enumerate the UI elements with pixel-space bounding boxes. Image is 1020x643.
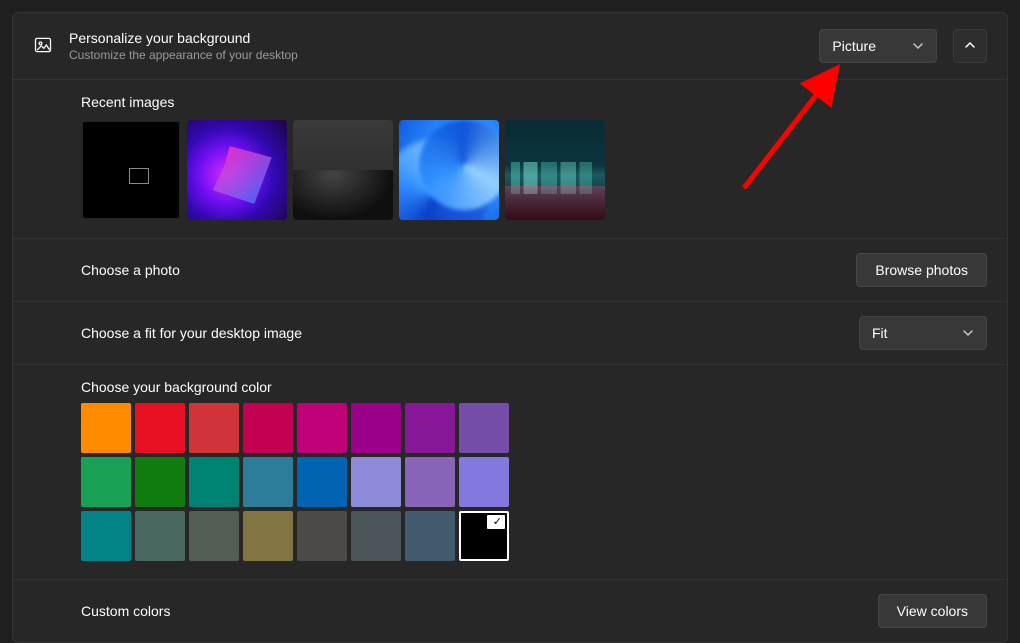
color-swatch[interactable] [189, 403, 239, 453]
color-swatch[interactable] [297, 457, 347, 507]
background-type-dropdown[interactable]: Picture [819, 29, 937, 63]
header-titles: Personalize your background Customize th… [69, 30, 803, 62]
color-swatch[interactable] [189, 511, 239, 561]
header-title: Personalize your background [69, 30, 803, 46]
color-swatch[interactable] [351, 511, 401, 561]
background-settings-panel: Personalize your background Customize th… [12, 12, 1008, 643]
choose-photo-row: Choose a photo Browse photos [13, 238, 1007, 301]
custom-colors-row: Custom colors View colors [13, 579, 1007, 642]
chevron-up-icon [964, 38, 976, 54]
picture-icon [33, 35, 53, 58]
choose-fit-row: Choose a fit for your desktop image Fit [13, 301, 1007, 364]
chevron-down-icon [962, 327, 974, 339]
custom-colors-label: Custom colors [81, 603, 170, 619]
color-swatch[interactable] [243, 403, 293, 453]
recent-image-thumb[interactable] [187, 120, 287, 220]
dropdown-value: Picture [832, 38, 876, 54]
collapse-button[interactable] [953, 29, 987, 63]
recent-image-thumb[interactable] [399, 120, 499, 220]
color-swatch-grid: ✓ [81, 403, 561, 561]
color-swatch[interactable] [135, 403, 185, 453]
color-swatch[interactable] [297, 403, 347, 453]
color-swatch[interactable] [459, 457, 509, 507]
color-swatch[interactable]: ✓ [459, 511, 509, 561]
color-swatch[interactable] [135, 511, 185, 561]
view-colors-button[interactable]: View colors [878, 594, 987, 628]
color-swatch[interactable] [81, 457, 131, 507]
recent-image-thumb[interactable] [81, 120, 181, 220]
recent-image-thumb[interactable] [293, 120, 393, 220]
color-swatch[interactable] [135, 457, 185, 507]
browse-photos-button[interactable]: Browse photos [856, 253, 987, 287]
choose-photo-label: Choose a photo [81, 262, 180, 278]
header-subtitle: Customize the appearance of your desktop [69, 48, 803, 62]
checkmark-icon: ✓ [493, 515, 502, 529]
choose-fit-label: Choose a fit for your desktop image [81, 325, 302, 341]
color-swatch[interactable] [243, 457, 293, 507]
color-swatch[interactable] [189, 457, 239, 507]
header-row: Personalize your background Customize th… [13, 13, 1007, 80]
chevron-down-icon [912, 40, 924, 52]
color-swatch[interactable] [351, 403, 401, 453]
color-swatch[interactable] [405, 457, 455, 507]
color-swatch[interactable] [459, 403, 509, 453]
color-swatch[interactable] [405, 403, 455, 453]
color-swatch[interactable] [297, 511, 347, 561]
background-color-section: Choose your background color ✓ [13, 364, 1007, 579]
background-color-label: Choose your background color [81, 379, 987, 395]
color-swatch[interactable] [243, 511, 293, 561]
color-swatch[interactable] [81, 511, 131, 561]
fit-value: Fit [872, 325, 888, 341]
recent-images-grid [81, 120, 987, 220]
color-swatch[interactable] [351, 457, 401, 507]
color-swatch[interactable] [405, 511, 455, 561]
recent-images-section: Recent images [13, 80, 1007, 238]
recent-images-label: Recent images [81, 94, 987, 110]
recent-image-thumb[interactable] [505, 120, 605, 220]
color-swatch[interactable] [81, 403, 131, 453]
fit-dropdown[interactable]: Fit [859, 316, 987, 350]
